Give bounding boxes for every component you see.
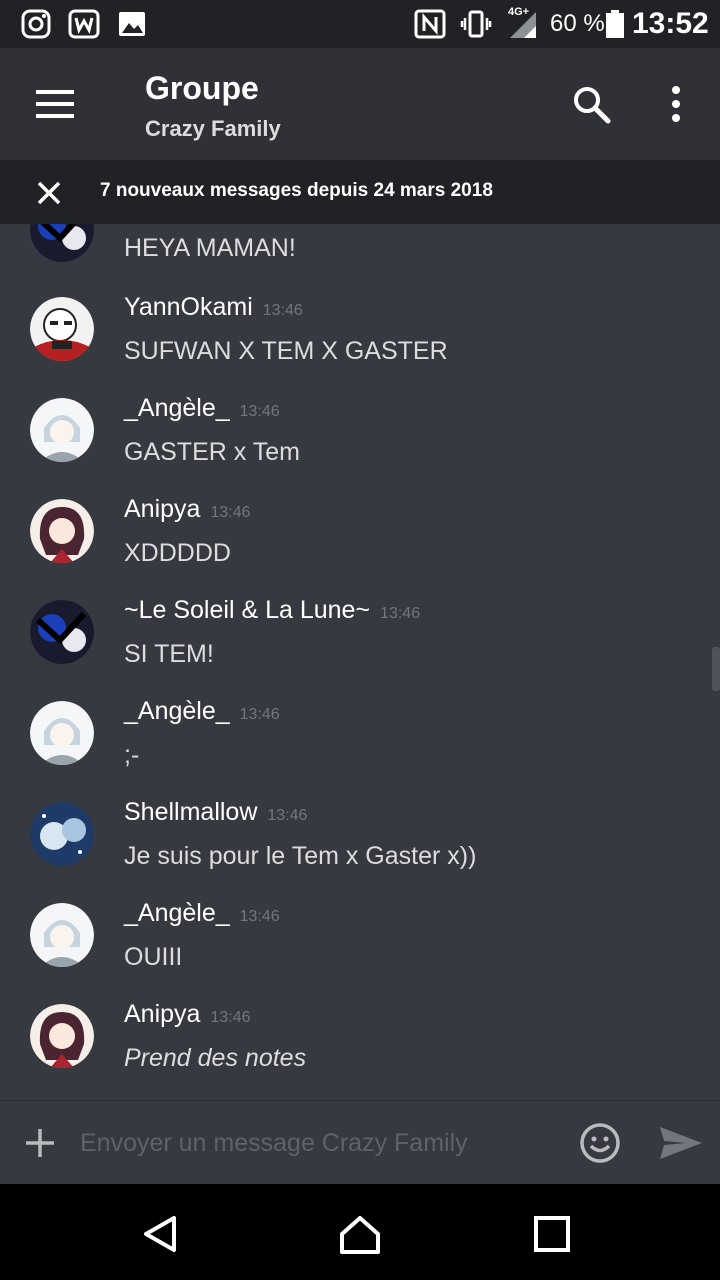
message-timestamp: 13:46 — [239, 706, 280, 723]
yannokami-avatar-icon — [30, 297, 94, 361]
message: YannOkami 13:46 SUFWAN X TEM X GASTER — [0, 293, 720, 398]
new-messages-bar[interactable]: 7 nouveaux messages depuis 24 mars 2018 — [0, 160, 720, 224]
avatar[interactable] — [30, 1004, 94, 1068]
message-author[interactable]: Anipya 13:46 — [124, 495, 251, 524]
send-icon[interactable] — [656, 1123, 704, 1163]
anipya-avatar-icon — [30, 1004, 94, 1068]
message-timestamp: 13:46 — [239, 908, 280, 925]
message-content: SI TEM! — [124, 640, 214, 668]
message-content: SUFWAN X TEM X GASTER — [124, 337, 448, 365]
message-timestamp: 13:46 — [262, 302, 303, 319]
message-timestamp: 13:46 — [239, 403, 280, 420]
message: _Angèle_ 13:46 ;- — [0, 697, 720, 802]
message: Shellmallow 13:46 Je suis pour le Tem x G… — [0, 798, 720, 903]
avatar[interactable] — [30, 903, 94, 967]
message-author[interactable]: ~Le Soleil & La Lune~ 13:46 — [124, 596, 420, 625]
network-type: 4G+ — [508, 6, 530, 18]
message-author[interactable]: Anipya 13:46 — [124, 1000, 251, 1029]
nfc-icon — [414, 9, 446, 39]
angele-avatar-icon — [30, 903, 94, 967]
author-name[interactable]: ~Le Soleil & La Lune~ — [124, 596, 370, 624]
scrollbar[interactable] — [712, 647, 720, 691]
message: ~Le Soleil & La Lune~ 13:46 SI TEM! — [0, 596, 720, 701]
message: HEYA MAMAN! — [0, 224, 720, 299]
avatar[interactable] — [30, 224, 94, 262]
message-author[interactable]: YannOkami 13:46 — [124, 293, 303, 322]
home-icon[interactable] — [338, 1212, 382, 1256]
author-name[interactable]: _Angèle_ — [124, 394, 230, 422]
battery-icon — [606, 10, 624, 38]
menu-icon[interactable] — [26, 78, 86, 130]
message-content: Je suis pour le Tem x Gaster x)) — [124, 842, 477, 870]
new-messages-text: 7 nouveaux messages depuis 24 mars 2018 — [100, 180, 493, 201]
app-bar: Groupe Crazy Family — [0, 48, 720, 160]
message-author[interactable]: _Angèle_ 13:46 — [124, 697, 280, 726]
message: Anipya 13:46 Prend des notes — [0, 1000, 720, 1100]
message-content: ;- — [124, 741, 140, 769]
author-name[interactable]: YannOkami — [124, 293, 253, 321]
message: _Angèle_ 13:46 GASTER x Tem — [0, 394, 720, 499]
message-timestamp: 13:46 — [210, 504, 251, 521]
message-input[interactable] — [80, 1123, 560, 1163]
message-composer — [0, 1100, 720, 1184]
instagram-icon — [21, 9, 51, 39]
close-icon[interactable] — [30, 174, 68, 212]
message-content: HEYA MAMAN! — [124, 234, 296, 262]
status-bar: 4G+ 60 % 13:52 — [0, 0, 720, 48]
soleil-lune-avatar-icon — [30, 224, 94, 262]
avatar[interactable] — [30, 297, 94, 361]
message-content: OUIII — [124, 943, 183, 971]
battery-percent: 60 % — [550, 10, 605, 37]
message-author[interactable]: Shellmallow 13:46 — [124, 798, 307, 827]
message: Anipya 13:46 XDDDDD — [0, 495, 720, 600]
clock: 13:52 — [632, 7, 709, 40]
soleil-lune-avatar-icon — [30, 600, 94, 664]
shellmallow-avatar-icon — [30, 802, 94, 866]
message-author[interactable]: _Angèle_ 13:46 — [124, 899, 280, 928]
avatar[interactable] — [30, 398, 94, 462]
emoji-icon[interactable] — [578, 1121, 622, 1165]
avatar[interactable] — [30, 499, 94, 563]
author-name[interactable]: _Angèle_ — [124, 697, 230, 725]
message-timestamp: 13:46 — [267, 807, 308, 824]
angele-avatar-icon — [30, 398, 94, 462]
author-name[interactable]: Shellmallow — [124, 798, 257, 826]
message-content: XDDDDD — [124, 539, 231, 567]
message-list[interactable]: HEYA MAMAN! YannOkami 13:46 SUFWAN X TEM … — [0, 224, 720, 1100]
system-nav-bar — [0, 1184, 720, 1280]
message-author[interactable]: _Angèle_ 13:46 — [124, 394, 280, 423]
message-timestamp: 13:46 — [210, 1009, 251, 1026]
back-icon[interactable] — [138, 1212, 182, 1256]
recents-icon[interactable] — [530, 1212, 574, 1256]
avatar[interactable] — [30, 802, 94, 866]
channel-title: Groupe — [145, 70, 259, 106]
avatar[interactable] — [30, 701, 94, 765]
more-options-icon[interactable] — [656, 78, 696, 130]
author-name[interactable]: _Angèle_ — [124, 899, 230, 927]
message-content: GASTER x Tem — [124, 438, 300, 466]
author-name[interactable]: Anipya — [124, 495, 200, 523]
message-timestamp: 13:46 — [380, 605, 421, 622]
angele-avatar-icon — [30, 701, 94, 765]
avatar[interactable] — [30, 600, 94, 664]
search-icon[interactable] — [566, 78, 616, 130]
wattpad-icon — [68, 9, 100, 39]
author-name[interactable]: Anipya — [124, 1000, 200, 1028]
anipya-avatar-icon — [30, 499, 94, 563]
message: _Angèle_ 13:46 OUIII — [0, 899, 720, 1004]
vibrate-icon — [460, 10, 492, 38]
message-content: Prend des notes — [124, 1044, 307, 1072]
channel-subtitle: Crazy Family — [145, 116, 281, 141]
gallery-icon — [119, 12, 145, 36]
add-attachment-icon[interactable] — [22, 1125, 58, 1161]
